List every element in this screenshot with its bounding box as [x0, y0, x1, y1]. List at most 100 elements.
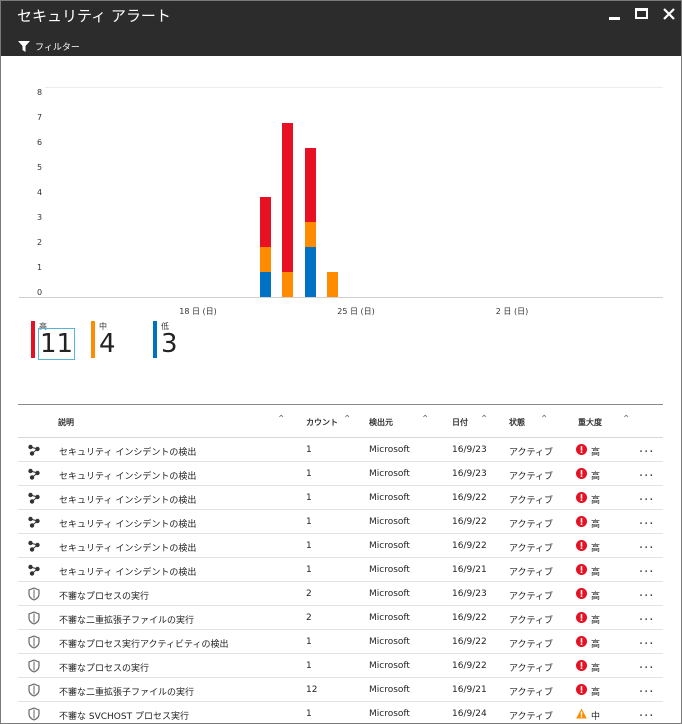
cell-count: 1	[306, 493, 312, 503]
table-row[interactable]: セキュリティ インシデントの検出 1 Microsoft 16/9/21 アクティブ 高.…	[18, 558, 663, 582]
more-options-button[interactable]: ...	[639, 681, 654, 696]
column-header-state[interactable]: 状態	[509, 417, 525, 428]
security-alerts-window: セキュリティ アラート フィルター 8 7 6 5 4 3 2 1 0 18 日 (日) 25 日 …	[0, 0, 682, 724]
cell-description: セキュリティ インシデントの検出	[59, 520, 197, 530]
y-tick-label: 4	[37, 188, 43, 197]
more-options-button[interactable]: ...	[639, 465, 654, 480]
table-row[interactable]: 不審な二重拡張子ファイルの実行 2 Microsoft 16/9/22 アクティブ 高..…	[18, 606, 663, 630]
table-row[interactable]: 不審なプロセスの実行 2 Microsoft 16/9/23 アクティブ 高...	[18, 582, 663, 606]
sort-description-icon[interactable]: ⌃	[277, 414, 285, 425]
bar-segment-low[interactable]	[305, 247, 316, 297]
close-button[interactable]	[658, 4, 680, 24]
table-row[interactable]: セキュリティ インシデントの検出 1 Microsoft 16/9/23 アクティブ 高.…	[18, 438, 663, 462]
more-options-button[interactable]: ...	[639, 537, 654, 552]
table-row[interactable]: 不審なプロセスの実行 1 Microsoft 16/9/22 アクティブ 高...	[18, 654, 663, 678]
cell-severity: 高	[591, 568, 601, 578]
cell-source: Microsoft	[369, 613, 410, 623]
sort-source-icon[interactable]: ⌃	[421, 414, 429, 425]
sort-date-icon[interactable]: ⌃	[480, 414, 488, 425]
bar-segment-high[interactable]	[282, 122, 293, 273]
column-header-count[interactable]: カウント	[306, 417, 338, 428]
more-options-button[interactable]: ...	[639, 657, 654, 672]
shield-icon	[27, 659, 41, 673]
y-tick-label: 3	[37, 213, 43, 222]
bar-segment-medium[interactable]	[327, 272, 338, 297]
cell-state: アクティブ	[509, 712, 554, 722]
more-options-button[interactable]: ...	[639, 633, 654, 648]
more-options-button[interactable]: ...	[639, 441, 654, 456]
column-header-severity[interactable]: 重大度	[578, 417, 602, 428]
cell-source: Microsoft	[369, 493, 410, 503]
cell-count: 1	[306, 541, 312, 551]
shield-icon	[27, 611, 41, 625]
column-header-description[interactable]: 説明	[58, 417, 74, 428]
bar-segment-high[interactable]	[305, 147, 316, 223]
cell-count: 1	[306, 661, 312, 671]
severity-color-bar	[153, 321, 157, 358]
table-row[interactable]: 不審な SVCHOST プロセス実行 1 Microsoft 16/9/24 アクティブ…	[18, 702, 663, 723]
shield-icon	[27, 635, 41, 649]
column-header-source[interactable]: 検出元	[369, 417, 393, 428]
table-row[interactable]: 不審な二重拡張子ファイルの実行 12 Microsoft 16/9/21 アクティブ 高.…	[18, 678, 663, 702]
minimize-button[interactable]	[604, 4, 626, 24]
table-header: 説明 ⌃ カウント ⌃ 検出元 ⌃ 日付 ⌃ 状態 ⌃ 重大度 ⌃	[18, 404, 663, 438]
cell-description: セキュリティ インシデントの検出	[59, 544, 197, 554]
table-row[interactable]: 不審なプロセス実行アクティビティの検出 1 Microsoft 16/9/22 アクティ…	[18, 630, 663, 654]
cell-date: 16/9/22	[452, 541, 487, 551]
cell-source: Microsoft	[369, 541, 410, 551]
window-title: セキュリティ アラート	[17, 7, 171, 25]
sort-count-icon[interactable]: ⌃	[343, 414, 351, 425]
y-tick-label: 2	[37, 238, 43, 247]
column-header-date[interactable]: 日付	[452, 417, 468, 428]
more-options-button[interactable]: ...	[639, 489, 654, 504]
cell-date: 16/9/22	[452, 493, 487, 503]
incident-icon	[27, 563, 41, 577]
cell-source: Microsoft	[369, 565, 410, 575]
table-row[interactable]: セキュリティ インシデントの検出 1 Microsoft 16/9/22 アクティブ 高.…	[18, 534, 663, 558]
cell-severity: 高	[591, 616, 601, 626]
cell-description: セキュリティ インシデントの検出	[59, 472, 197, 482]
x-tick-label: 2 日 (日)	[495, 307, 529, 316]
shield-icon	[27, 587, 41, 601]
shield-icon	[27, 707, 41, 721]
cell-date: 16/9/22	[452, 661, 487, 671]
table-row[interactable]: セキュリティ インシデントの検出 1 Microsoft 16/9/23 アクティブ 高.…	[18, 462, 663, 486]
table-row[interactable]: セキュリティ インシデントの検出 1 Microsoft 16/9/22 アクティブ 高.…	[18, 486, 663, 510]
more-options-button[interactable]: ...	[639, 561, 654, 576]
more-options-button[interactable]: ...	[639, 513, 654, 528]
more-options-button[interactable]: ...	[639, 705, 654, 720]
cell-description: セキュリティ インシデントの検出	[59, 568, 197, 578]
bar-segment-low[interactable]	[260, 272, 271, 297]
cell-state: アクティブ	[509, 544, 554, 554]
y-tick-label: 5	[37, 163, 43, 172]
incident-icon	[27, 443, 41, 457]
cell-date: 16/9/23	[452, 589, 487, 599]
maximize-icon	[635, 8, 648, 19]
maximize-button[interactable]	[631, 4, 653, 24]
minimize-icon	[609, 17, 620, 20]
bar-segment-medium[interactable]	[305, 222, 316, 248]
table-row[interactable]: セキュリティ インシデントの検出 1 Microsoft 16/9/22 アクティブ 高.…	[18, 510, 663, 534]
more-options-button[interactable]: ...	[639, 585, 654, 600]
severity-color-bar	[31, 321, 35, 358]
x-tick-label: 18 日 (日)	[179, 307, 217, 316]
error-icon	[576, 612, 587, 623]
cell-count: 1	[306, 709, 312, 719]
cell-date: 16/9/23	[452, 469, 487, 479]
warning-icon	[576, 708, 587, 719]
bar-segment-medium[interactable]	[282, 272, 293, 297]
y-tick-label: 1	[37, 263, 43, 272]
cell-severity: 高	[591, 520, 601, 530]
sort-state-icon[interactable]: ⌃	[540, 414, 548, 425]
filter-button[interactable]: フィルター	[18, 39, 80, 53]
severity-count-value: 11	[37, 328, 76, 360]
cell-source: Microsoft	[369, 709, 410, 719]
y-tick-label: 8	[37, 88, 43, 97]
cell-date: 16/9/21	[452, 685, 487, 695]
more-options-button[interactable]: ...	[639, 609, 654, 624]
sort-severity-icon[interactable]: ⌃	[622, 414, 630, 425]
incident-icon	[27, 491, 41, 505]
bar-segment-medium[interactable]	[260, 247, 271, 273]
bar-segment-high[interactable]	[260, 197, 271, 248]
cell-state: アクティブ	[509, 496, 554, 506]
